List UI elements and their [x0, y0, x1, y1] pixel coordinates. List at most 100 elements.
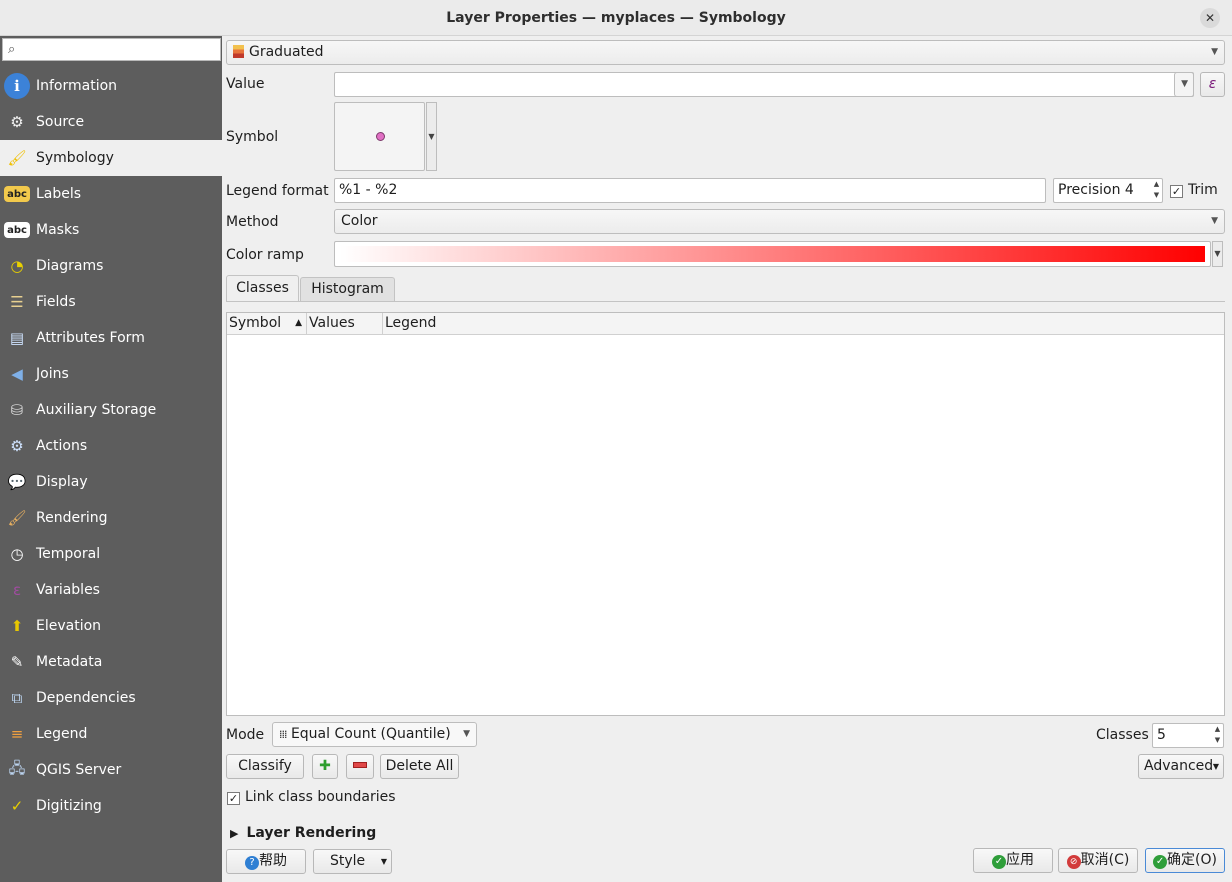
sidebar-item-label: Labels [36, 186, 82, 202]
precision-value: Precision 4 [1058, 182, 1134, 198]
chevron-down-icon: ▼ [1211, 216, 1218, 226]
check-icon: ✓ [227, 792, 240, 805]
table-header: Symbol ▲ Values Legend [227, 313, 1224, 335]
classes-spinbox[interactable]: 5 ▲ ▼ [1152, 723, 1224, 748]
color-ramp-button[interactable] [334, 241, 1211, 267]
sidebar-item-masks[interactable]: abc Masks [0, 212, 222, 248]
spin-arrows-icon[interactable]: ▲ ▼ [1212, 724, 1223, 747]
sidebar-item-label: Metadata [36, 654, 103, 670]
display-icon: 💬 [7, 473, 27, 491]
sidebar-item-source[interactable]: ⚙ Source [0, 104, 222, 140]
cancel-button[interactable]: ⊘ 取消(C) [1058, 848, 1138, 873]
check-icon: ✓ [1170, 185, 1183, 198]
color-ramp-gradient [340, 246, 1205, 262]
labels-icon: abc [4, 186, 30, 202]
sidebar-item-elevation[interactable]: ⬆ Elevation [0, 608, 222, 644]
symbol-menu-button[interactable]: ▼ [426, 102, 437, 171]
help-button[interactable]: ? 帮助 [226, 849, 306, 874]
classify-button[interactable]: Classify [226, 754, 304, 779]
masks-icon: abc [4, 222, 30, 238]
symbology-panel: Graduated ▼ Value ▼ ε Symbol ▼ Legend fo… [222, 36, 1232, 882]
sidebar-item-legend[interactable]: ≡ Legend [0, 716, 222, 752]
sidebar-item-auxiliary-storage[interactable]: ⛁ Auxiliary Storage [0, 392, 222, 428]
metadata-icon: ✎ [10, 653, 24, 671]
sidebar-item-label: Temporal [36, 546, 101, 562]
legend-format-field[interactable]: %1 - %2 [334, 178, 1046, 203]
style-button[interactable]: Style ▼ [313, 849, 392, 874]
mode-select[interactable]: ⁞⁞⁞ Equal Count (Quantile) ▼ [272, 722, 477, 747]
link-class-boundaries-label: Link class boundaries [245, 789, 396, 805]
style-label: Style [330, 853, 366, 869]
layer-rendering-section[interactable]: ▶ Layer Rendering [230, 825, 376, 841]
precision-spinbox[interactable]: Precision 4 ▲ ▼ [1053, 178, 1163, 203]
diagrams-icon: ◔ [10, 257, 24, 275]
color-ramp-menu-button[interactable]: ▼ [1212, 241, 1223, 267]
sidebar-item-actions[interactable]: ⚙ Actions [0, 428, 222, 464]
sidebar-item-rendering[interactable]: 🖌 Rendering [0, 500, 222, 536]
symbol-dot [376, 132, 385, 141]
sidebar-item-label: Display [36, 474, 88, 490]
method-select[interactable]: Color ▼ [334, 209, 1225, 234]
sidebar-item-information[interactable]: ℹ Information [0, 68, 222, 104]
sidebar-item-label: Actions [36, 438, 88, 454]
column-header-legend[interactable]: Legend [383, 313, 1226, 334]
sidebar-item-display[interactable]: 💬 Display [0, 464, 222, 500]
sidebar-item-variables[interactable]: ε Variables [0, 572, 222, 608]
sidebar-item-joins[interactable]: ◀ Joins [0, 356, 222, 392]
mode-value: Equal Count (Quantile) [290, 726, 451, 742]
sidebar-item-label: Attributes Form [36, 330, 145, 346]
method-value: Color [341, 213, 378, 229]
sidebar-item-temporal[interactable]: ◷ Temporal [0, 536, 222, 572]
search-input[interactable]: ⌕ [2, 38, 221, 61]
sidebar-item-metadata[interactable]: ✎ Metadata [0, 644, 222, 680]
sidebar-item-fields[interactable]: ☰ Fields [0, 284, 222, 320]
expression-button[interactable]: ε [1200, 72, 1225, 97]
sidebar-nav: ℹ Information ⚙ Source 🖌 Symbology abc Labels ab… [0, 68, 222, 824]
expression-icon: ε [1208, 76, 1217, 92]
tab-classes[interactable]: Classes [226, 275, 299, 302]
remove-class-button[interactable] [346, 754, 374, 779]
link-class-boundaries-checkbox[interactable]: ✓ Link class boundaries [227, 789, 396, 805]
close-icon[interactable]: ✕ [1200, 8, 1220, 28]
spin-arrows-icon[interactable]: ▲ ▼ [1151, 179, 1162, 202]
ok-button[interactable]: ✓ 确定(O) [1145, 848, 1225, 873]
chevron-down-icon: ▼ [1181, 79, 1188, 89]
sidebar-item-attributes-form[interactable]: ▤ Attributes Form [0, 320, 222, 356]
method-label: Method [226, 214, 279, 230]
quantile-icon: ⁞⁞⁞ [279, 728, 287, 741]
chevron-down-icon: ▼ [463, 729, 470, 739]
classes-table[interactable]: Symbol ▲ Values Legend [226, 312, 1225, 716]
rendering-icon: 🖌 [7, 509, 27, 527]
tab-histogram[interactable]: Histogram [300, 277, 395, 301]
sidebar-item-labels[interactable]: abc Labels [0, 176, 222, 212]
sidebar-item-label: Legend [36, 726, 88, 742]
add-class-button[interactable]: ✚ [312, 754, 338, 779]
sidebar-item-label: Dependencies [36, 690, 136, 706]
apply-icon: ✓ [992, 855, 1006, 869]
sidebar-item-label: Information [36, 78, 118, 94]
sidebar-item-label: Rendering [36, 510, 108, 526]
sidebar-item-digitizing[interactable]: ✓ Digitizing [0, 788, 222, 824]
advanced-button[interactable]: Advanced ▼ [1138, 754, 1224, 779]
trim-checkbox[interactable]: ✓ Trim [1170, 182, 1218, 198]
sidebar-item-symbology[interactable]: 🖌 Symbology [0, 140, 222, 176]
renderer-type-select[interactable]: Graduated ▼ [226, 40, 1225, 65]
help-icon: ? [245, 856, 259, 870]
expand-arrow-icon: ▶ [230, 827, 239, 840]
graduated-icon [233, 45, 244, 58]
sidebar-item-diagrams[interactable]: ◔ Diagrams [0, 248, 222, 284]
apply-button[interactable]: ✓ 应用 [973, 848, 1053, 873]
value-field[interactable] [334, 72, 1194, 97]
sidebar-item-qgis-server[interactable]: 🖧 QGIS Server [0, 752, 222, 788]
color-ramp-label: Color ramp [226, 247, 304, 263]
column-header-values[interactable]: Values [307, 313, 383, 334]
delete-all-button[interactable]: Delete All [380, 754, 459, 779]
attributes-form-icon: ▤ [9, 329, 25, 347]
sidebar: ⌕ ℹ Information ⚙ Source 🖌 Symbology abc Labels… [0, 36, 222, 882]
value-dropdown[interactable]: ▼ [1174, 72, 1194, 97]
sidebar-item-label: Fields [36, 294, 76, 310]
column-header-symbol[interactable]: Symbol ▲ [227, 313, 307, 334]
sidebar-item-dependencies[interactable]: ⧉ Dependencies [0, 680, 222, 716]
cancel-label: 取消(C) [1080, 852, 1130, 868]
symbol-preview-button[interactable] [334, 102, 425, 171]
